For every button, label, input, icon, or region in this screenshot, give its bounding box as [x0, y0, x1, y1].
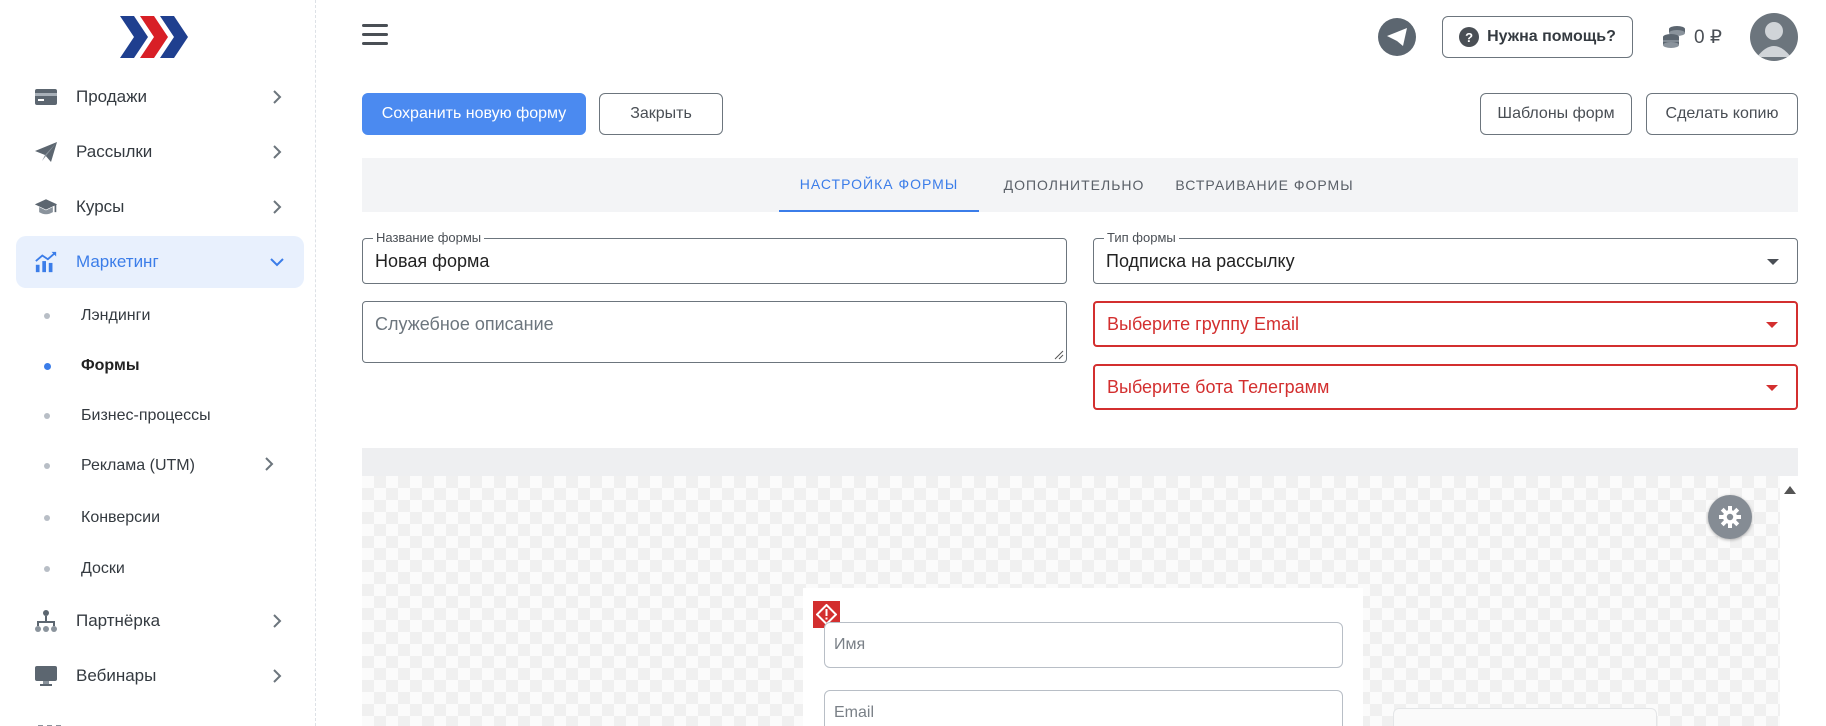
sidebar-subitem-business-processes[interactable]: Бизнес-процессы: [16, 394, 304, 438]
balance-value: 0 ₽: [1694, 26, 1722, 48]
sidebar-item-mailings[interactable]: Рассылки: [16, 126, 304, 178]
sidebar-subitem-landings[interactable]: Лэндинги: [16, 294, 304, 338]
form-type-select[interactable]: Тип формы Подписка на рассылку: [1093, 230, 1798, 284]
chevron-right-icon: [270, 90, 284, 104]
preview-name-placeholder: Имя: [834, 636, 866, 653]
resize-handle-icon[interactable]: [1054, 350, 1064, 360]
preview-email-placeholder: Email: [834, 704, 875, 721]
sidebar-item-label: Продажи: [76, 87, 147, 106]
chevron-down-icon: [270, 255, 284, 269]
sidebar-item-sales[interactable]: Продажи: [16, 71, 304, 123]
chevron-right-icon: [270, 669, 284, 683]
sidebar-item-label: Маркетинг: [76, 252, 159, 271]
settings-gear-icon[interactable]: [1708, 495, 1752, 539]
chevron-right-icon: [270, 145, 284, 159]
telegram-bot-placeholder: Выберите бота Телеграмм: [1107, 377, 1330, 397]
coins-icon: [1663, 26, 1685, 48]
sidebar-subitem-label: Бизнес-процессы: [81, 407, 211, 424]
sidebar-subitem-utm[interactable]: Реклама (UTM): [16, 444, 304, 488]
tab-additional[interactable]: ДОПОЛНИТЕЛЬНО: [989, 158, 1159, 212]
sidebar-subitem-boards[interactable]: Доски: [16, 547, 304, 591]
bullet-icon: [44, 362, 51, 370]
sidebar-item-marketing[interactable]: Маркетинг: [16, 236, 304, 288]
description-placeholder: Служебное описание: [375, 314, 554, 334]
bullet-icon: [44, 463, 50, 469]
save-form-button[interactable]: Сохранить новую форму: [362, 93, 586, 135]
email-group-placeholder: Выберите группу Email: [1107, 314, 1300, 334]
tab-form-settings[interactable]: НАСТРОЙКА ФОРМЫ: [779, 158, 979, 212]
tab-form-embedding[interactable]: ВСТРАИВАНИЕ ФОРМЫ: [1167, 158, 1362, 212]
form-name-value: Новая форма: [375, 251, 490, 271]
caret-down-icon: [1766, 385, 1778, 391]
sidebar-item-label: Партнёрка: [76, 611, 161, 630]
help-button-label: Нужна помощь?: [1487, 28, 1616, 45]
form-name-field[interactable]: Название формы Новая форма: [362, 230, 1067, 284]
help-button[interactable]: ? Нужна помощь?: [1442, 16, 1633, 58]
telegram-icon[interactable]: [1378, 18, 1416, 56]
bullet-icon: [44, 566, 50, 572]
sidebar-subitem-forms[interactable]: Формы: [16, 344, 304, 388]
sidebar-item-label: Курсы: [76, 197, 125, 216]
sidebar-subitem-label: Лэндинги: [81, 307, 151, 324]
email-group-select[interactable]: Выберите группу Email: [1093, 301, 1798, 347]
description-textarea[interactable]: Служебное описание: [362, 301, 1067, 363]
sidebar-item-label: Рассылки: [76, 142, 153, 161]
preview-email-input[interactable]: Email: [824, 690, 1343, 726]
preview-header: [362, 448, 1798, 476]
balance[interactable]: 0 ₽: [1660, 20, 1722, 54]
chart-up-icon: [34, 250, 58, 274]
app: Продажи Рассылки Курсы Маркетинг Лэндинг…: [0, 0, 1826, 726]
sidebar-subitem-label: Доски: [81, 560, 125, 577]
user-avatar[interactable]: [1750, 13, 1798, 61]
form-type-value: Подписка на рассылку: [1106, 251, 1295, 271]
brand-logo[interactable]: [120, 16, 190, 58]
chevron-right-icon: [264, 456, 274, 476]
sidebar-item-label: Вебинары: [76, 666, 157, 685]
sidebar-item-cutoff-icon: [38, 718, 62, 726]
wallet-icon: [34, 85, 58, 109]
telegram-bot-select[interactable]: Выберите бота Телеграмм: [1093, 364, 1798, 410]
sidebar: Продажи Рассылки Курсы Маркетинг Лэндинг…: [0, 0, 316, 726]
sidebar-subitem-label: Конверсии: [81, 509, 161, 526]
bullet-icon: [44, 413, 50, 419]
chevron-right-icon: [270, 200, 284, 214]
preview-name-input[interactable]: Имя: [824, 622, 1343, 668]
paper-plane-icon: [34, 140, 58, 164]
form-type-label: Тип формы: [1104, 230, 1179, 245]
tabs-bar: НАСТРОЙКА ФОРМЫ ДОПОЛНИТЕЛЬНО ВСТРАИВАНИ…: [362, 158, 1798, 212]
sidebar-item-webinars[interactable]: Вебинары: [16, 650, 304, 702]
preview-side-panel: [1393, 708, 1657, 726]
sidebar-subitem-conversions[interactable]: Конверсии: [16, 496, 304, 540]
menu-toggle-icon[interactable]: [362, 24, 388, 48]
user-icon: [1757, 22, 1791, 57]
sidebar-subitem-label: Формы: [81, 357, 140, 374]
scroll-up-arrow-icon[interactable]: [1784, 486, 1796, 494]
question-icon: ?: [1459, 27, 1480, 47]
caret-down-icon: [1767, 259, 1779, 265]
bullet-icon: [44, 515, 50, 521]
close-button[interactable]: Закрыть: [599, 93, 723, 135]
form-name-label: Название формы: [373, 230, 485, 245]
graduation-cap-icon: [34, 195, 58, 219]
caret-down-icon: [1766, 322, 1778, 328]
make-copy-button[interactable]: Сделать копию: [1646, 93, 1798, 135]
network-icon: [34, 609, 58, 633]
monitor-icon: [34, 664, 58, 688]
bullet-icon: [44, 313, 50, 319]
sidebar-subitem-label: Реклама (UTM): [81, 457, 195, 474]
sidebar-item-partners[interactable]: Партнёрка: [16, 595, 304, 647]
form-templates-button[interactable]: Шаблоны форм: [1480, 93, 1632, 135]
sidebar-item-courses[interactable]: Курсы: [16, 181, 304, 233]
chevron-right-icon: [270, 614, 284, 628]
